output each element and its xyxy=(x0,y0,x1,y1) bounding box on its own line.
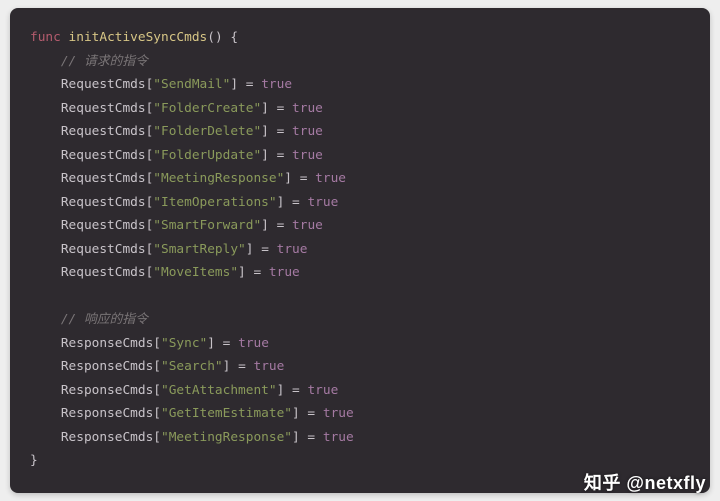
ident-request: RequestCmds xyxy=(61,148,146,163)
comment-request: // 请求的指令 xyxy=(61,54,148,69)
key-string: "FolderCreate" xyxy=(153,101,261,116)
bool-true: true xyxy=(269,265,300,280)
op-assign: = xyxy=(253,265,261,280)
key-string: "ItemOperations" xyxy=(153,195,276,210)
bracket: [ xyxy=(153,336,161,351)
bool-true: true xyxy=(315,171,346,186)
bool-true: true xyxy=(292,218,323,233)
ident-response: ResponseCmds xyxy=(61,383,153,398)
op-assign: = xyxy=(277,148,285,163)
bracket: ] xyxy=(223,359,231,374)
ident-request: RequestCmds xyxy=(61,101,146,116)
op-assign: = xyxy=(238,359,246,374)
bracket: ] xyxy=(238,265,246,280)
bracket: ] xyxy=(277,383,285,398)
function-name: initActiveSyncCmds xyxy=(69,30,208,45)
bool-true: true xyxy=(292,124,323,139)
bracket: [ xyxy=(153,430,161,445)
key-string: "MeetingResponse" xyxy=(153,171,284,186)
bracket: ] xyxy=(261,124,269,139)
bool-true: true xyxy=(254,359,285,374)
bracket: ] xyxy=(261,101,269,116)
bracket: ] xyxy=(292,430,300,445)
ident-request: RequestCmds xyxy=(61,171,146,186)
bracket: ] xyxy=(261,148,269,163)
op-assign: = xyxy=(277,124,285,139)
key-string: "SmartForward" xyxy=(153,218,261,233)
op-assign: = xyxy=(277,101,285,116)
bracket: ] xyxy=(261,218,269,233)
key-string: "FolderDelete" xyxy=(153,124,261,139)
ident-response: ResponseCmds xyxy=(61,406,153,421)
op-assign: = xyxy=(307,406,315,421)
key-string: "MoveItems" xyxy=(153,265,238,280)
bool-true: true xyxy=(323,430,354,445)
ident-request: RequestCmds xyxy=(61,124,146,139)
key-string: "SendMail" xyxy=(153,77,230,92)
op-assign: = xyxy=(223,336,231,351)
ident-request: RequestCmds xyxy=(61,195,146,210)
ident-request: RequestCmds xyxy=(61,265,146,280)
key-string: "GetAttachment" xyxy=(161,383,277,398)
bool-true: true xyxy=(323,406,354,421)
key-string: "Sync" xyxy=(161,336,207,351)
bracket: [ xyxy=(153,359,161,374)
bracket: ] xyxy=(230,77,238,92)
key-string: "FolderUpdate" xyxy=(153,148,261,163)
bool-true: true xyxy=(292,101,323,116)
bracket: ] xyxy=(246,242,254,257)
key-string: "Search" xyxy=(161,359,223,374)
key-string: "GetItemEstimate" xyxy=(161,406,292,421)
op-assign: = xyxy=(292,383,300,398)
ident-response: ResponseCmds xyxy=(61,430,153,445)
bool-true: true xyxy=(261,77,292,92)
bracket: ] xyxy=(207,336,215,351)
op-assign: = xyxy=(277,218,285,233)
keyword-func: func xyxy=(30,30,61,45)
op-assign: = xyxy=(261,242,269,257)
bool-true: true xyxy=(292,148,323,163)
bracket: ] xyxy=(277,195,285,210)
op-assign: = xyxy=(292,195,300,210)
brace-open: { xyxy=(230,30,238,45)
ident-request: RequestCmds xyxy=(61,242,146,257)
bracket: ] xyxy=(284,171,292,186)
bool-true: true xyxy=(238,336,269,351)
brace-close: } xyxy=(30,453,38,468)
op-assign: = xyxy=(246,77,254,92)
bracket: [ xyxy=(153,383,161,398)
op-assign: = xyxy=(300,171,308,186)
bool-true: true xyxy=(307,195,338,210)
bracket: [ xyxy=(153,406,161,421)
bracket: ] xyxy=(292,406,300,421)
ident-response: ResponseCmds xyxy=(61,359,153,374)
ident-request: RequestCmds xyxy=(61,77,146,92)
bool-true: true xyxy=(277,242,308,257)
key-string: "MeetingResponse" xyxy=(161,430,292,445)
op-assign: = xyxy=(307,430,315,445)
ident-request: RequestCmds xyxy=(61,218,146,233)
comment-response: // 响应的指令 xyxy=(61,312,148,327)
bool-true: true xyxy=(307,383,338,398)
ident-response: ResponseCmds xyxy=(61,336,153,351)
code-block: func initActiveSyncCmds() { // 请求的指令 Req… xyxy=(30,26,690,473)
code-frame: func initActiveSyncCmds() { // 请求的指令 Req… xyxy=(10,8,710,493)
key-string: "SmartReply" xyxy=(153,242,245,257)
parens: () xyxy=(207,30,222,45)
